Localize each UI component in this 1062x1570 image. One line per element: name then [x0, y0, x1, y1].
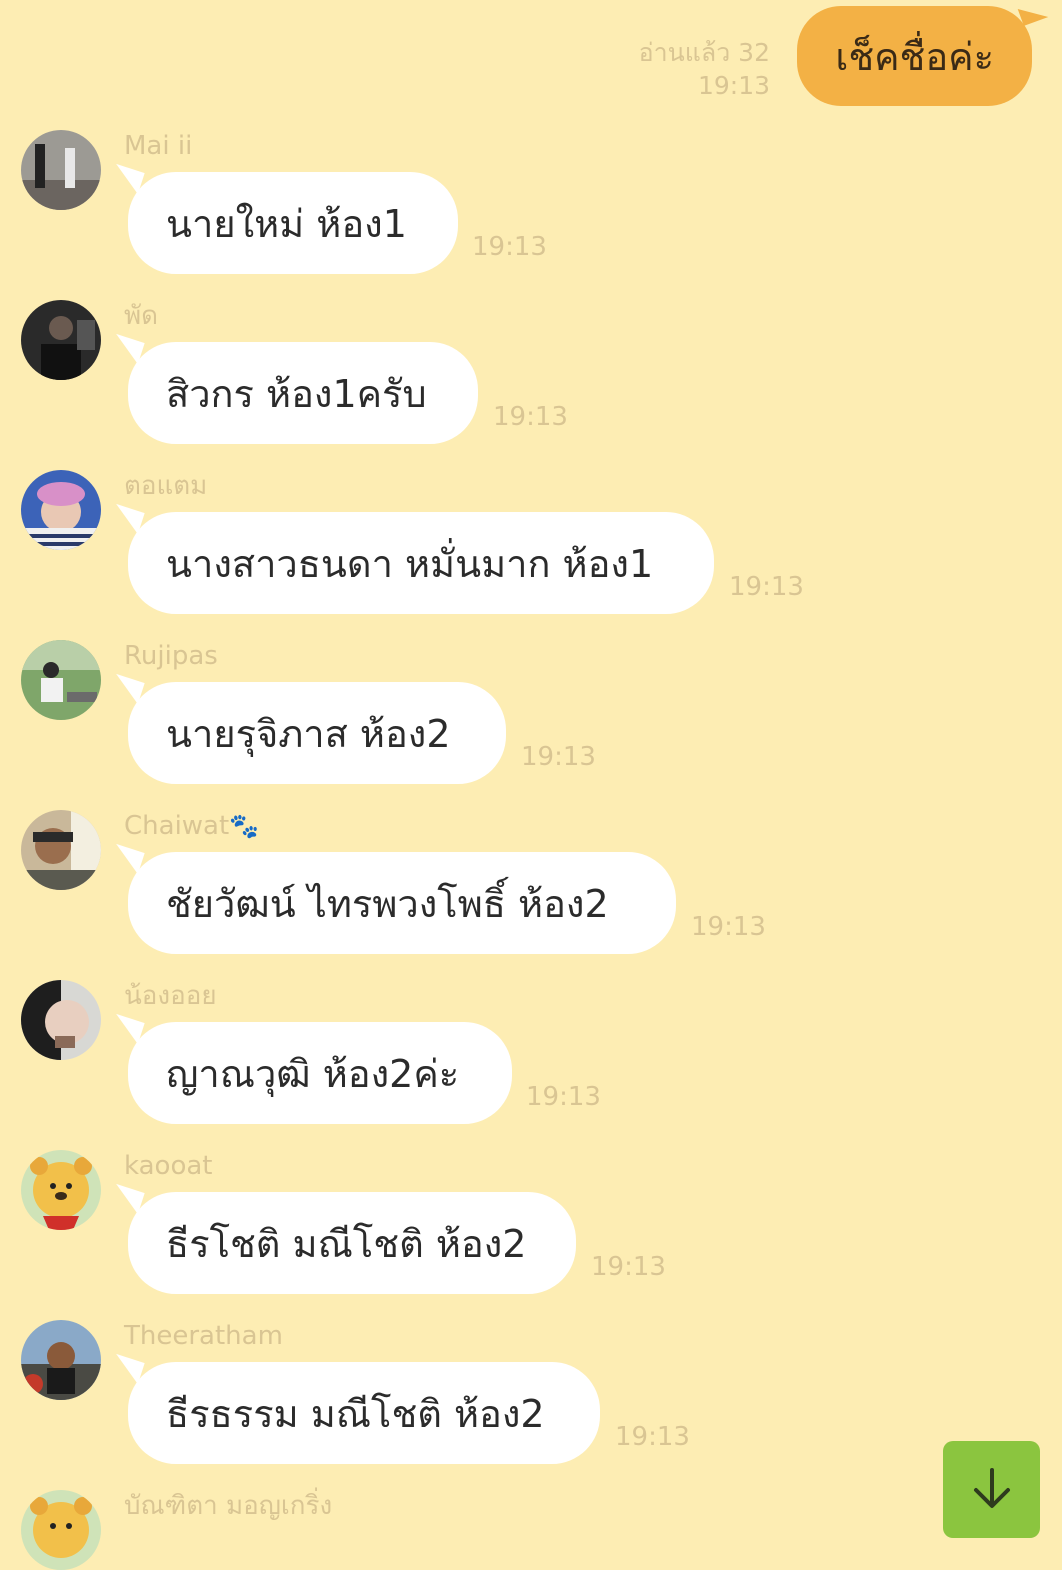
sender-name: ตอแตม: [124, 471, 208, 501]
sent-message-bubble[interactable]: เช็คชื่อค่ะ: [797, 6, 1032, 106]
avatar[interactable]: [21, 470, 101, 550]
sender-name-text: Chaiwat: [124, 811, 230, 841]
message-text: นายใหม่ ห้อง1: [166, 201, 407, 246]
message-text: นางสาวธนดา หมั่นมาก ห้อง1: [166, 541, 654, 586]
message-text: ธีรโชติ มณีโชติ ห้อง2: [166, 1221, 527, 1266]
sender-name: บัณฑิตา มอญเกริ่ง: [124, 1491, 333, 1521]
avatar[interactable]: [21, 1150, 101, 1230]
sent-meta: อ่านแล้ว 32 19:13: [639, 36, 770, 102]
avatar[interactable]: [21, 810, 101, 890]
avatar[interactable]: [21, 1320, 101, 1400]
message-bubble[interactable]: ชัยวัฒน์ ไทรพวงโพธิ์ ห้อง2: [128, 852, 676, 954]
sender-name: kaooat: [124, 1151, 213, 1181]
message-time: 19:13: [615, 1422, 690, 1452]
message-row: Chaiwat🐾 ชัยวัฒน์ ไทรพวงโพธิ์ ห้อง2 19:1…: [0, 810, 1062, 960]
message-time: 19:13: [526, 1082, 601, 1112]
avatar[interactable]: [21, 640, 101, 720]
message-text: ชัยวัฒน์ ไทรพวงโพธิ์ ห้อง2: [166, 881, 609, 926]
read-receipt: อ่านแล้ว 32: [638, 38, 770, 67]
scroll-to-bottom-button[interactable]: [943, 1441, 1040, 1538]
sender-name: Mai ii: [124, 131, 193, 161]
sent-time: 19:13: [697, 71, 770, 100]
message-time: 19:13: [472, 232, 547, 262]
avatar[interactable]: [21, 1490, 101, 1570]
message-bubble[interactable]: ธีรธรรม มณีโชติ ห้อง2: [128, 1362, 600, 1464]
message-text: นายรุจิภาส ห้อง2: [166, 711, 451, 756]
avatar[interactable]: [21, 130, 101, 210]
message-row: น้องออย ญาณวุฒิ ห้อง2ค่ะ 19:13: [0, 980, 1062, 1130]
sent-message-text: เช็คชื่อค่ะ: [835, 34, 994, 79]
arrow-down-icon: [968, 1464, 1016, 1516]
message-time: 19:13: [591, 1252, 666, 1282]
avatar[interactable]: [21, 300, 101, 380]
message-text: ธีรธรรม มณีโชติ ห้อง2: [166, 1391, 545, 1436]
message-row: พัด สิวกร ห้อง1ครับ 19:13: [0, 300, 1062, 450]
message-bubble[interactable]: นายรุจิภาส ห้อง2: [128, 682, 506, 784]
message-bubble[interactable]: ญาณวุฒิ ห้อง2ค่ะ: [128, 1022, 512, 1124]
sender-name: Rujipas: [124, 641, 218, 671]
message-time: 19:13: [691, 912, 766, 942]
message-time: 19:13: [493, 402, 568, 432]
sender-name: น้องออย: [124, 981, 217, 1011]
message-row: บัณฑิตา มอญเกริ่ง: [0, 1490, 1062, 1570]
message-row: ตอแตม นางสาวธนดา หมั่นมาก ห้อง1 19:13: [0, 470, 1062, 620]
paw-emoji: 🐾: [229, 812, 260, 840]
message-time: 19:13: [729, 572, 804, 602]
sender-name: พัด: [124, 301, 159, 331]
message-bubble[interactable]: นางสาวธนดา หมั่นมาก ห้อง1: [128, 512, 714, 614]
message-row: Theeratham ธีรธรรม มณีโชติ ห้อง2 19:13: [0, 1320, 1062, 1470]
message-row: Rujipas นายรุจิภาส ห้อง2 19:13: [0, 640, 1062, 790]
message-bubble[interactable]: สิวกร ห้อง1ครับ: [128, 342, 478, 444]
message-bubble[interactable]: ธีรโชติ มณีโชติ ห้อง2: [128, 1192, 576, 1294]
message-row: Mai ii นายใหม่ ห้อง1 19:13: [0, 130, 1062, 280]
message-row: kaooat ธีรโชติ มณีโชติ ห้อง2 19:13: [0, 1150, 1062, 1300]
sender-name: Chaiwat🐾: [124, 810, 259, 842]
avatar[interactable]: [21, 980, 101, 1060]
message-time: 19:13: [521, 742, 596, 772]
message-text: ญาณวุฒิ ห้อง2ค่ะ: [166, 1051, 460, 1096]
message-bubble[interactable]: นายใหม่ ห้อง1: [128, 172, 458, 274]
sender-name: Theeratham: [124, 1321, 283, 1351]
message-text: สิวกร ห้อง1ครับ: [166, 371, 427, 416]
